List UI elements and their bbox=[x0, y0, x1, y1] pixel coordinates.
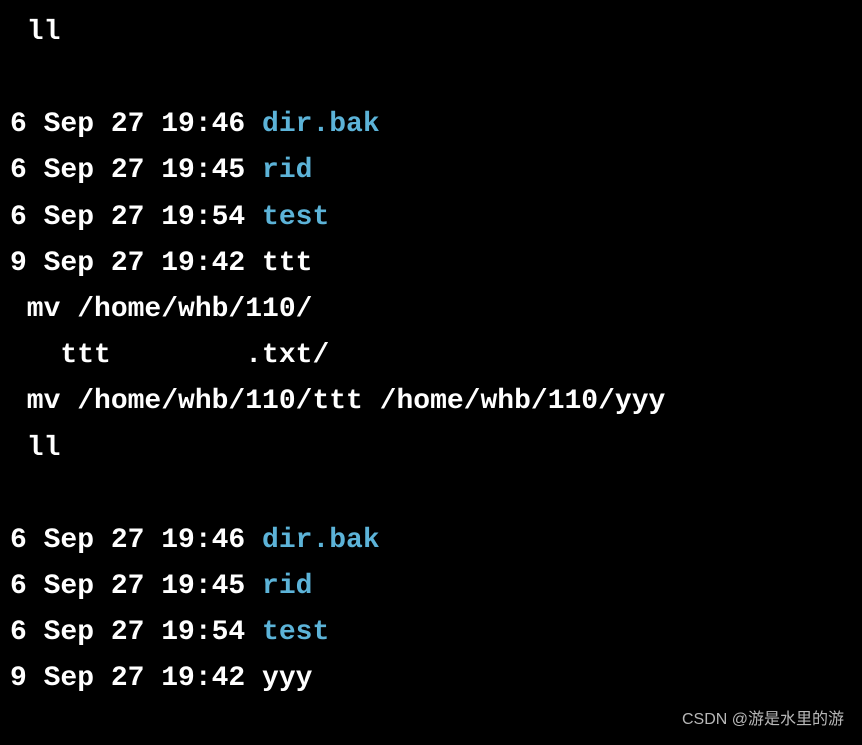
ls-row: 6 Sep 27 19:45 rid bbox=[0, 148, 862, 194]
ls-prefix: 6 Sep 27 19:46 bbox=[10, 525, 262, 556]
ls-prefix: 6 Sep 27 19:54 bbox=[10, 202, 262, 233]
ls-row: 6 Sep 27 19:46 dir.bak bbox=[0, 102, 862, 148]
tab-completion-line: ttt .txt/ bbox=[0, 333, 862, 379]
dir-name: dir.bak bbox=[262, 109, 380, 140]
ls-row: 6 Sep 27 19:54 test bbox=[0, 610, 862, 656]
command-ll-2: ll bbox=[0, 426, 862, 472]
ls-row: 6 Sep 27 19:46 dir.bak bbox=[0, 518, 862, 564]
ls-prefix: 6 Sep 27 19:54 bbox=[10, 617, 262, 648]
file-name: ttt bbox=[262, 248, 312, 279]
ls-prefix: 6 Sep 27 19:46 bbox=[10, 109, 262, 140]
ls-row: 9 Sep 27 19:42 yyy bbox=[0, 656, 862, 702]
ls-row: 6 Sep 27 19:45 rid bbox=[0, 564, 862, 610]
ls-prefix: 6 Sep 27 19:45 bbox=[10, 571, 262, 602]
command-mv-partial: mv /home/whb/110/ bbox=[0, 287, 862, 333]
dir-name: test bbox=[262, 617, 329, 648]
dir-name: rid bbox=[262, 155, 312, 186]
command-ll-1: ll bbox=[0, 10, 862, 56]
ls-row: 6 Sep 27 19:54 test bbox=[0, 195, 862, 241]
dir-name: rid bbox=[262, 571, 312, 602]
ls-prefix: 9 Sep 27 19:42 bbox=[10, 663, 262, 694]
dir-name: test bbox=[262, 202, 329, 233]
watermark-text: CSDN @游是水里的游 bbox=[682, 707, 844, 733]
dir-name: dir.bak bbox=[262, 525, 380, 556]
ls-row: 9 Sep 27 19:42 ttt bbox=[0, 241, 862, 287]
file-name: yyy bbox=[262, 663, 312, 694]
ls-prefix: 6 Sep 27 19:45 bbox=[10, 155, 262, 186]
command-mv-full: mv /home/whb/110/ttt /home/whb/110/yyy bbox=[0, 379, 862, 425]
ls-prefix: 9 Sep 27 19:42 bbox=[10, 248, 262, 279]
